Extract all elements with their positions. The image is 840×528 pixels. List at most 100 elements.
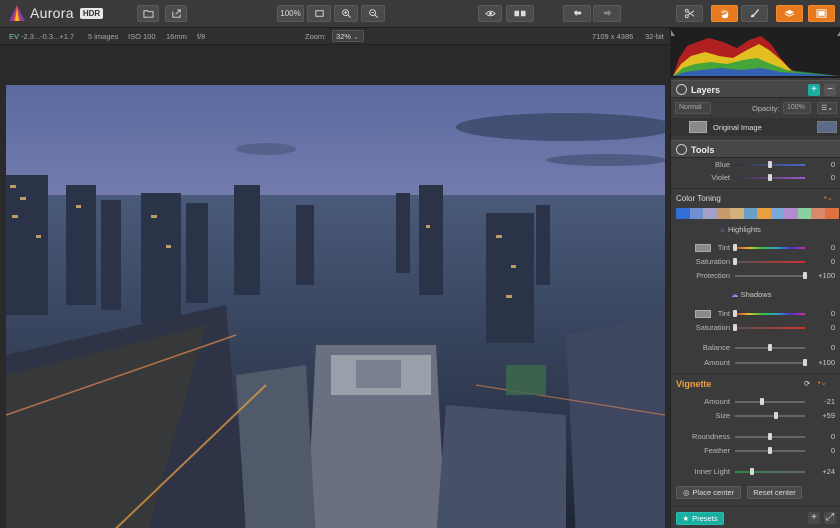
slider-track[interactable]: [735, 327, 805, 329]
crop-tool-button[interactable]: [676, 5, 703, 22]
remove-layer-button[interactable]: −: [824, 84, 836, 96]
slider-handle[interactable]: [749, 468, 754, 475]
cityscape-photo: [6, 85, 665, 528]
slider-handle[interactable]: [733, 324, 737, 331]
toning-preset-swatch[interactable]: [811, 208, 825, 219]
photo-preview[interactable]: [6, 85, 665, 528]
image-dimensions: 7109 x 4386: [592, 32, 634, 41]
slider-handle[interactable]: [768, 344, 772, 351]
menu-icon: ☰⌄: [821, 105, 834, 112]
brush-tool-button[interactable]: [741, 5, 768, 22]
slider-label: Amount: [704, 397, 730, 406]
ev-values: -2.3...-0.3...+1.7: [21, 32, 75, 41]
layers-toggle-icon[interactable]: [676, 84, 687, 95]
tint-color-swatch[interactable]: [695, 244, 711, 252]
vignette-menu-icon[interactable]: •⌄: [818, 378, 827, 387]
layer-name: Original Image: [713, 123, 762, 132]
slider-track[interactable]: [735, 401, 805, 403]
toning-preset-swatch[interactable]: [797, 208, 812, 219]
open-button[interactable]: [137, 5, 159, 22]
slider-handle[interactable]: [768, 161, 772, 168]
zoom-value: 32%: [336, 32, 352, 41]
slider-handle[interactable]: [760, 398, 765, 405]
redo-button[interactable]: [593, 5, 621, 22]
slider-handle[interactable]: [774, 412, 779, 419]
slider-handle[interactable]: [733, 310, 737, 317]
slider-track[interactable]: [735, 471, 805, 473]
opacity-select[interactable]: 100%: [783, 102, 811, 114]
tint-color-swatch[interactable]: [695, 310, 711, 318]
toning-preset-swatch[interactable]: [757, 208, 771, 219]
slider-track[interactable]: [735, 247, 805, 249]
layer-thumb: [689, 121, 707, 133]
slider-track[interactable]: [735, 313, 805, 315]
presets-button[interactable]: ★ Presets: [676, 512, 724, 525]
histogram: [671, 28, 840, 78]
color-toning-title: Color Toning: [676, 194, 721, 203]
layers-panel-button[interactable]: [776, 5, 803, 22]
slider-handle[interactable]: [733, 258, 737, 265]
compare-split-button[interactable]: [506, 5, 534, 22]
layers-header[interactable]: Layers + −: [671, 80, 840, 98]
crop-scissors-icon: [684, 8, 695, 19]
toning-preset-swatch[interactable]: [784, 208, 798, 219]
slider-label: Blue: [714, 160, 730, 169]
slider-track[interactable]: [735, 275, 805, 277]
slider-label: Saturation: [695, 323, 730, 332]
reset-center-button[interactable]: Reset center: [747, 486, 802, 499]
slider-handle[interactable]: [803, 272, 807, 279]
export-icon: [171, 9, 181, 18]
toning-preset-swatch[interactable]: [743, 208, 758, 219]
toning-preset-swatch[interactable]: [716, 208, 731, 219]
zoom-select[interactable]: 32% ⌄: [332, 30, 364, 42]
slider-label: Size: [715, 411, 730, 420]
undo-button[interactable]: [563, 5, 591, 22]
layer-menu-button[interactable]: ☰⌄: [817, 102, 837, 114]
preview-toggle-button[interactable]: [478, 5, 502, 22]
add-layer-button[interactable]: +: [808, 84, 820, 96]
layer-mask-thumb: [817, 121, 837, 133]
zoom-100-label: 100%: [280, 9, 301, 18]
slider-handle[interactable]: [768, 174, 772, 181]
slider-track[interactable]: [735, 261, 805, 263]
eye-icon: [484, 10, 496, 17]
reset-center-label: Reset center: [753, 488, 796, 497]
tools-header[interactable]: Tools: [671, 140, 840, 158]
slider-handle[interactable]: [768, 433, 772, 440]
zoom-100-button[interactable]: 100%: [277, 5, 304, 22]
toning-preset-swatch[interactable]: [770, 208, 785, 219]
color-toning-menu-icon[interactable]: •⌄: [824, 193, 833, 202]
toning-preset-swatch[interactable]: [689, 208, 704, 219]
slider-label: Balance: [702, 343, 730, 352]
zoom-in-button[interactable]: [334, 5, 358, 22]
toning-preset-swatch[interactable]: [824, 208, 839, 219]
blend-mode-select[interactable]: Normal: [675, 102, 711, 114]
hand-tool-button[interactable]: [711, 5, 738, 22]
presets-panel-button[interactable]: [808, 5, 835, 22]
place-center-button[interactable]: ◎ Place center: [676, 486, 741, 499]
app-badge: HDR: [79, 7, 104, 19]
presets-grid-icon: [816, 9, 827, 18]
slider-handle[interactable]: [768, 447, 772, 454]
right-panel: Layers + − Normal Opacity: 100% ☰⌄ Origi…: [670, 28, 840, 528]
expand-presets-icon[interactable]: ⤢: [824, 512, 836, 524]
slider-handle[interactable]: [733, 244, 737, 251]
fit-screen-button[interactable]: [307, 5, 331, 22]
slider-track[interactable]: [735, 415, 805, 417]
export-button[interactable]: [165, 5, 187, 22]
slider-track[interactable]: [735, 362, 805, 364]
tools-toggle-icon[interactable]: [676, 144, 687, 155]
add-preset-button[interactable]: +: [808, 512, 820, 524]
toning-preset-swatch[interactable]: [703, 208, 717, 219]
zoom-out-button[interactable]: [361, 5, 385, 22]
reset-icon[interactable]: ⟳: [804, 379, 810, 388]
tools-title: Tools: [691, 145, 715, 155]
layer-row-original[interactable]: Original Image: [671, 118, 840, 136]
zoom-out-icon: [368, 9, 378, 18]
toning-preset-swatch[interactable]: [730, 208, 744, 219]
presets-label: Presets: [692, 514, 718, 523]
toning-preset-swatch[interactable]: [676, 208, 690, 219]
image-canvas[interactable]: [0, 45, 670, 528]
slider-handle[interactable]: [803, 359, 807, 366]
slider-value: 0: [830, 309, 835, 318]
